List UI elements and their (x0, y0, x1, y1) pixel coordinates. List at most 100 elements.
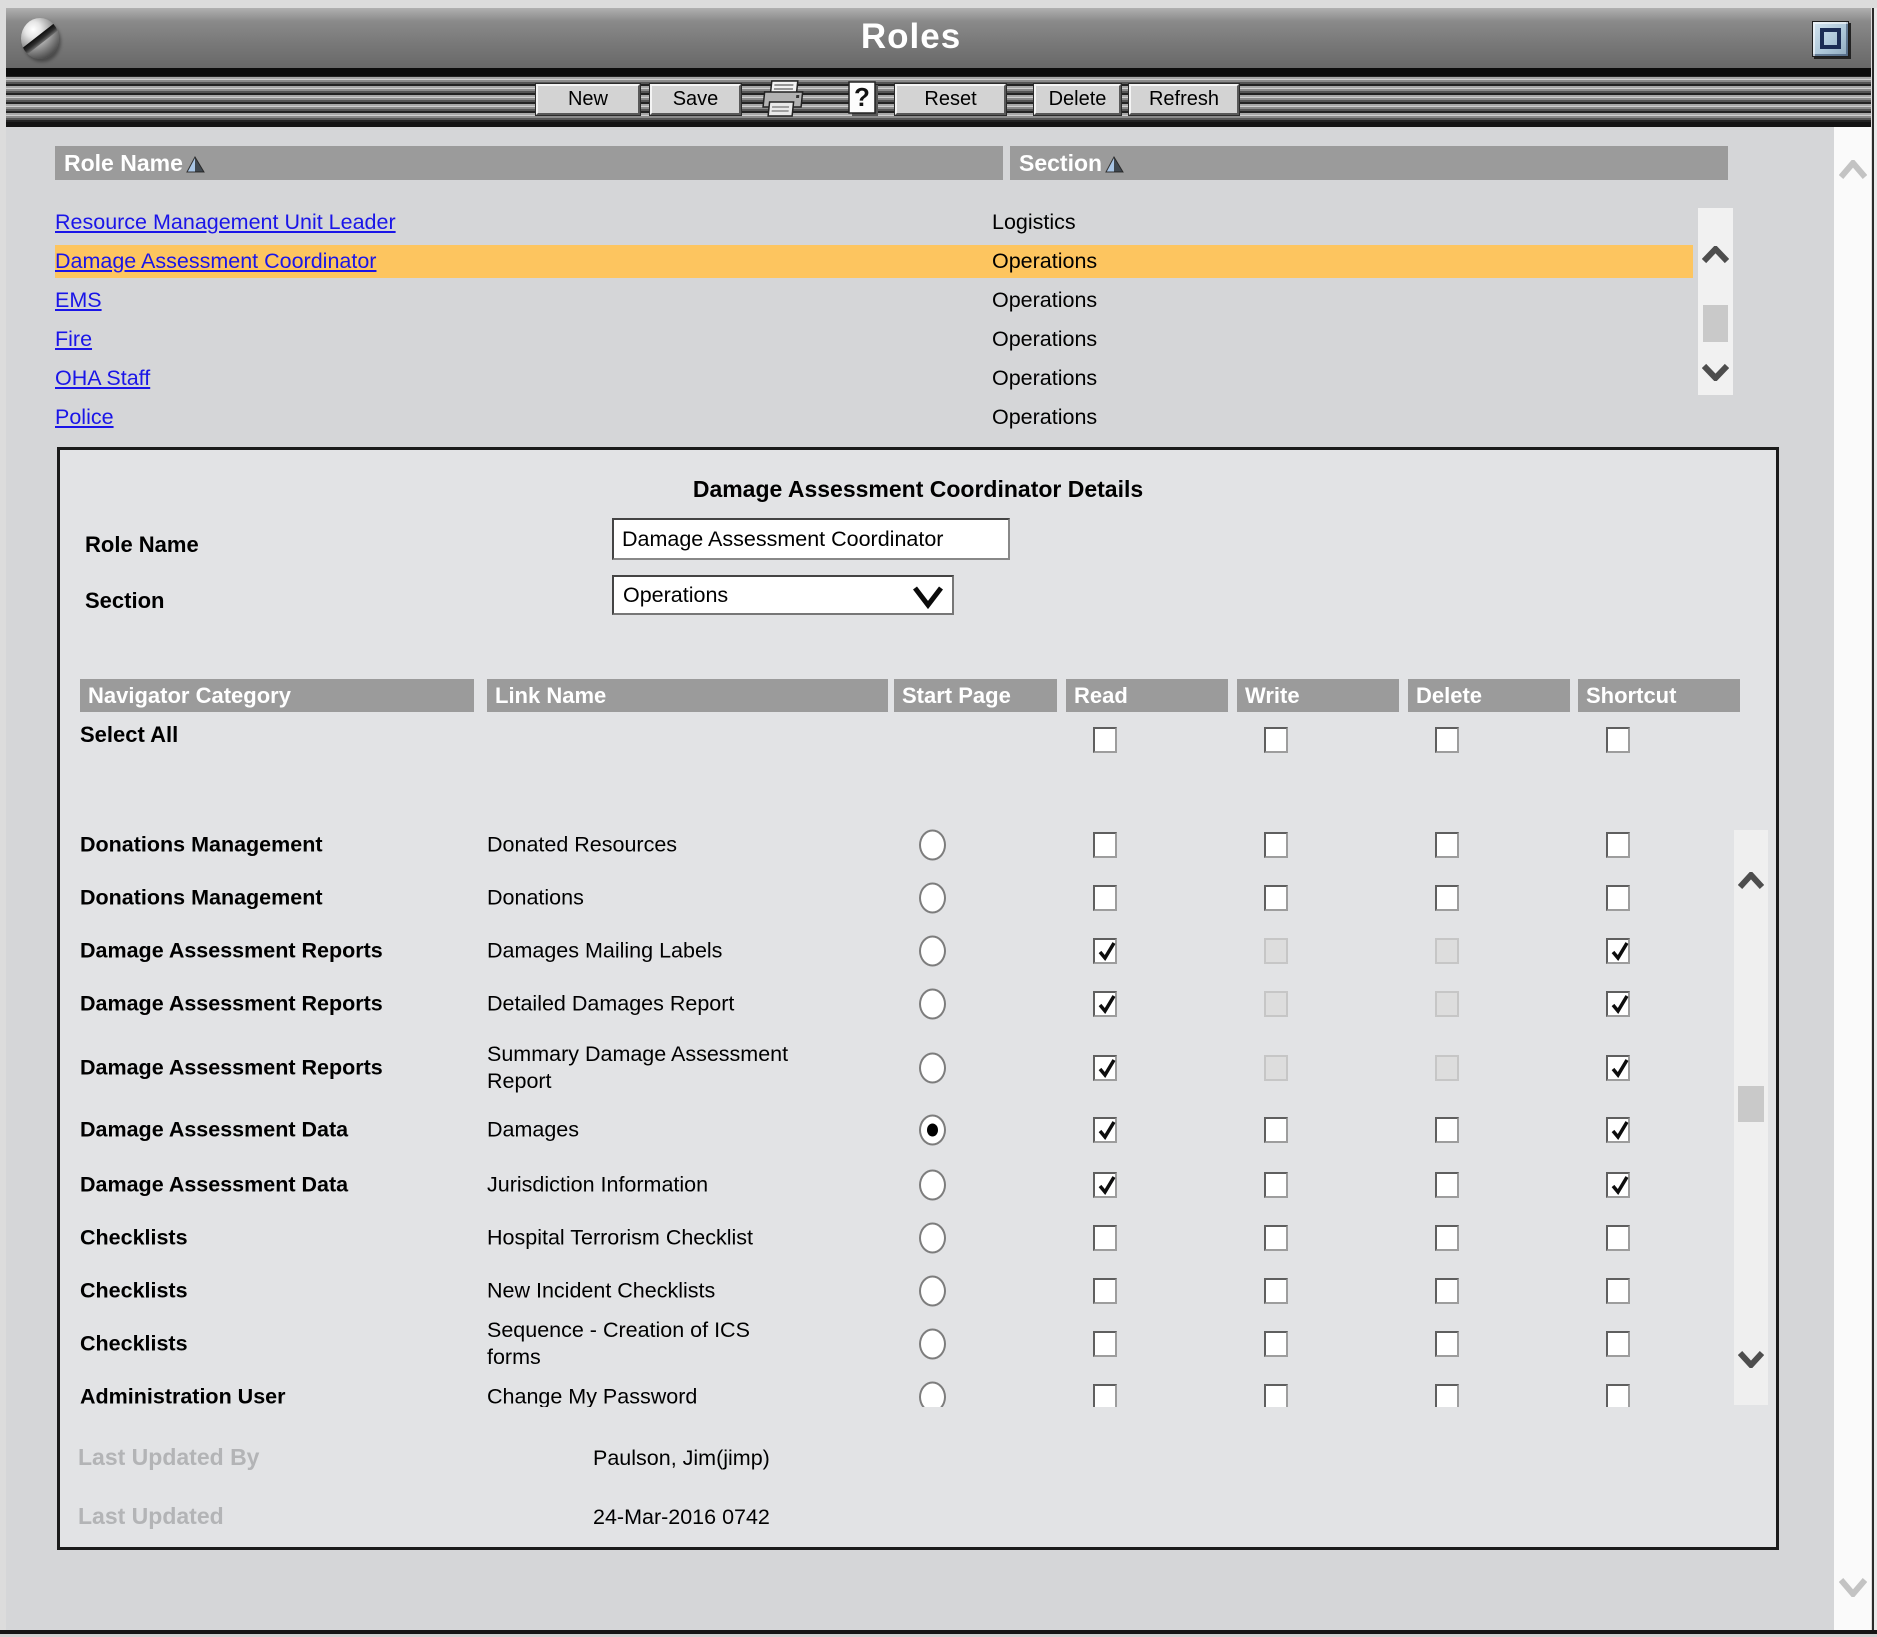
select-all-read-checkbox[interactable] (1093, 727, 1117, 753)
shortcut-checkbox[interactable] (1606, 885, 1630, 911)
role-name-input[interactable] (612, 518, 1010, 560)
delete-checkbox[interactable] (1435, 1384, 1459, 1407)
scroll-up-icon[interactable] (1702, 246, 1729, 264)
scrollbar-thumb[interactable] (1703, 305, 1728, 342)
read-checkbox[interactable] (1093, 1055, 1117, 1081)
permissions-scrollbar[interactable] (1734, 830, 1768, 1405)
write-checkbox[interactable] (1264, 885, 1288, 911)
start-page-radio[interactable] (919, 1170, 946, 1201)
read-checkbox[interactable] (1093, 885, 1117, 911)
start-page-radio[interactable] (919, 936, 946, 967)
read-checkbox[interactable] (1093, 832, 1117, 858)
read-checkbox[interactable] (1093, 1117, 1117, 1143)
read-checkbox[interactable] (1093, 1384, 1117, 1407)
read-checkbox[interactable] (1093, 991, 1117, 1017)
delete-checkbox[interactable] (1435, 1172, 1459, 1198)
scrollbar-thumb[interactable] (1738, 1086, 1764, 1122)
scroll-up-icon[interactable] (1738, 872, 1764, 890)
shortcut-checkbox[interactable] (1606, 1117, 1630, 1143)
page-scrollbar[interactable] (1834, 127, 1871, 1630)
read-checkbox[interactable] (1093, 1172, 1117, 1198)
role-link[interactable]: Police (55, 405, 114, 429)
read-checkbox[interactable] (1093, 938, 1117, 964)
column-header-role-name[interactable]: Role Name (55, 146, 1003, 180)
shortcut-checkbox[interactable] (1606, 1278, 1630, 1304)
scroll-down-icon[interactable] (1839, 1577, 1867, 1597)
shortcut-checkbox[interactable] (1606, 1331, 1630, 1357)
help-icon[interactable]: ? (844, 81, 884, 124)
write-checkbox[interactable] (1264, 1278, 1288, 1304)
perm-header-read: Read (1066, 679, 1228, 712)
write-checkbox[interactable] (1264, 1331, 1288, 1357)
start-page-radio[interactable] (919, 1223, 946, 1254)
print-icon[interactable] (758, 79, 810, 124)
permission-row: Donations ManagementDonations (60, 870, 1734, 926)
read-checkbox[interactable] (1093, 1225, 1117, 1251)
save-button[interactable]: Save (650, 84, 741, 115)
section-label: Section (85, 588, 164, 614)
select-all-write-checkbox[interactable] (1264, 727, 1288, 753)
section-select[interactable]: Operations (612, 575, 954, 615)
start-page-radio[interactable] (919, 1276, 946, 1307)
last-updated-by-label: Last Updated By (78, 1444, 259, 1471)
delete-checkbox[interactable] (1435, 832, 1459, 858)
read-checkbox[interactable] (1093, 1331, 1117, 1357)
role-link[interactable]: EMS (55, 288, 102, 312)
delete-checkbox[interactable] (1435, 1225, 1459, 1251)
shortcut-checkbox[interactable] (1606, 938, 1630, 964)
delete-checkbox[interactable] (1435, 1278, 1459, 1304)
write-checkbox[interactable] (1264, 832, 1288, 858)
role-link[interactable]: OHA Staff (55, 366, 150, 390)
scroll-down-icon[interactable] (1738, 1350, 1764, 1368)
shortcut-checkbox[interactable] (1606, 991, 1630, 1017)
role-list-scrollbar[interactable] (1698, 208, 1733, 395)
new-button[interactable]: New (536, 84, 640, 115)
write-checkbox[interactable] (1264, 1225, 1288, 1251)
role-section: Logistics (992, 206, 1076, 239)
restore-window-button[interactable] (1812, 21, 1849, 57)
scroll-down-icon[interactable] (1702, 363, 1729, 381)
role-link[interactable]: Resource Management Unit Leader (55, 210, 396, 234)
shortcut-checkbox[interactable] (1606, 1055, 1630, 1081)
delete-checkbox[interactable] (1435, 885, 1459, 911)
role-section: Operations (992, 245, 1097, 278)
role-link[interactable]: Fire (55, 327, 92, 351)
svg-text:?: ? (854, 82, 870, 112)
reset-button[interactable]: Reset (895, 84, 1006, 115)
column-header-section[interactable]: Section (1010, 146, 1728, 180)
start-page-radio[interactable] (919, 830, 946, 861)
role-row: Resource Management Unit Leader Logistics (55, 206, 1693, 239)
details-title: Damage Assessment Coordinator Details (60, 476, 1776, 503)
shortcut-checkbox[interactable] (1606, 1172, 1630, 1198)
role-link[interactable]: Damage Assessment Coordinator (55, 249, 376, 273)
delete-checkbox[interactable] (1435, 1331, 1459, 1357)
start-page-radio[interactable] (919, 1053, 946, 1084)
start-page-radio[interactable] (919, 1329, 946, 1360)
permission-row: ChecklistsHospital Terrorism Checklist (60, 1210, 1734, 1266)
start-page-radio[interactable] (919, 1382, 946, 1408)
delete-checkbox[interactable] (1435, 1117, 1459, 1143)
write-checkbox[interactable] (1264, 1117, 1288, 1143)
shortcut-checkbox[interactable] (1606, 1225, 1630, 1251)
select-all-shortcut-checkbox[interactable] (1606, 727, 1630, 753)
read-checkbox[interactable] (1093, 1278, 1117, 1304)
shortcut-checkbox[interactable] (1606, 1384, 1630, 1407)
perm-category: Damage Assessment Reports (80, 939, 383, 964)
start-page-radio[interactable] (919, 989, 946, 1020)
select-all-delete-checkbox[interactable] (1435, 727, 1459, 753)
perm-link-name: Damages Mailing Labels (487, 938, 805, 965)
shortcut-checkbox[interactable] (1606, 832, 1630, 858)
write-checkbox (1264, 991, 1288, 1017)
write-checkbox[interactable] (1264, 1384, 1288, 1407)
section-select-value: Operations (623, 583, 728, 607)
delete-button[interactable]: Delete (1034, 84, 1121, 115)
write-checkbox[interactable] (1264, 1172, 1288, 1198)
refresh-button[interactable]: Refresh (1129, 84, 1239, 115)
scroll-up-icon[interactable] (1839, 160, 1867, 180)
role-row: FireOperations (55, 323, 1693, 356)
start-page-radio[interactable] (919, 883, 946, 914)
perm-link-name: Change My Password (487, 1384, 805, 1408)
perm-link-name: Sequence - Creation of ICS forms (487, 1317, 805, 1371)
start-page-radio[interactable] (919, 1115, 946, 1146)
perm-header-write: Write (1237, 679, 1399, 712)
